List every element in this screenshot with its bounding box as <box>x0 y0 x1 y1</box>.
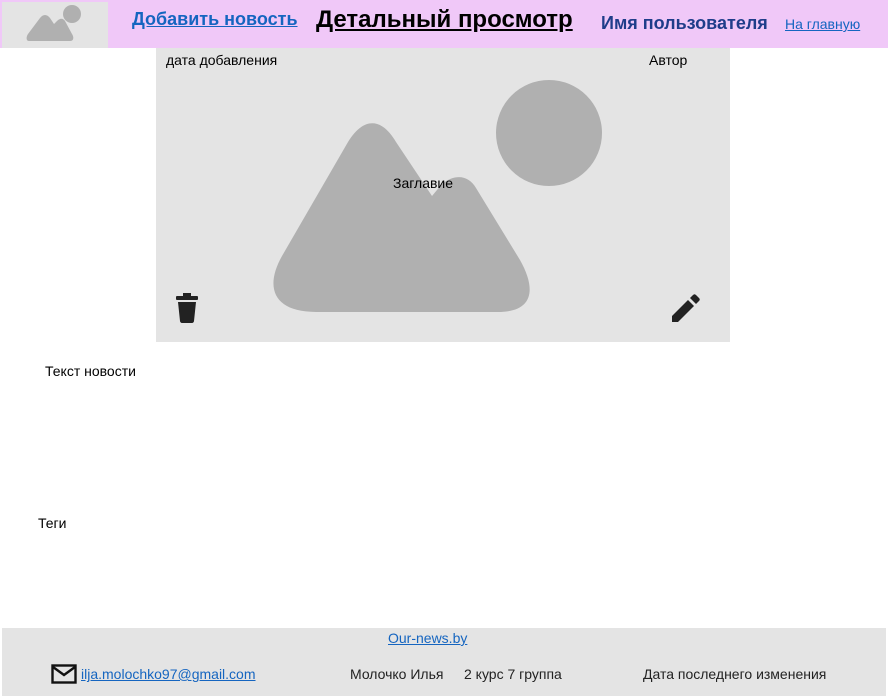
add-news-link[interactable]: Добавить новость <box>132 9 298 30</box>
site-link[interactable]: Our-news.by <box>388 630 467 646</box>
news-text: Текст новости <box>45 363 136 379</box>
mail-icon <box>51 664 77 684</box>
news-title-label: Заглавие <box>393 175 454 191</box>
header-bar: Добавить новость Детальный просмотр Имя … <box>0 0 888 48</box>
home-link[interactable]: На главную <box>785 16 860 32</box>
page-title: Детальный просмотр <box>316 6 573 33</box>
image-placeholder-icon <box>273 80 602 312</box>
trash-icon[interactable] <box>175 293 199 323</box>
footer-group: 2 курс 7 группа <box>464 666 562 682</box>
logo <box>2 2 108 48</box>
user-name: Имя пользователя <box>601 13 768 33</box>
logo-image-icon <box>26 5 81 41</box>
date-added-label: дата добавления <box>166 52 278 68</box>
footer-author: Молочко Илья <box>350 666 444 682</box>
tags-label: Теги <box>38 515 67 531</box>
email-link[interactable]: ilja.molochko97@gmail.com <box>81 666 256 682</box>
author-label: Автор <box>649 52 688 68</box>
footer: Our-news.by ilja.molochko97@gmail.com Мо… <box>2 628 886 696</box>
last-modified-label: Дата последнего изменения <box>643 666 827 682</box>
pencil-icon[interactable] <box>670 294 700 324</box>
news-card: дата добавления Автор Заглавие <box>156 48 730 342</box>
